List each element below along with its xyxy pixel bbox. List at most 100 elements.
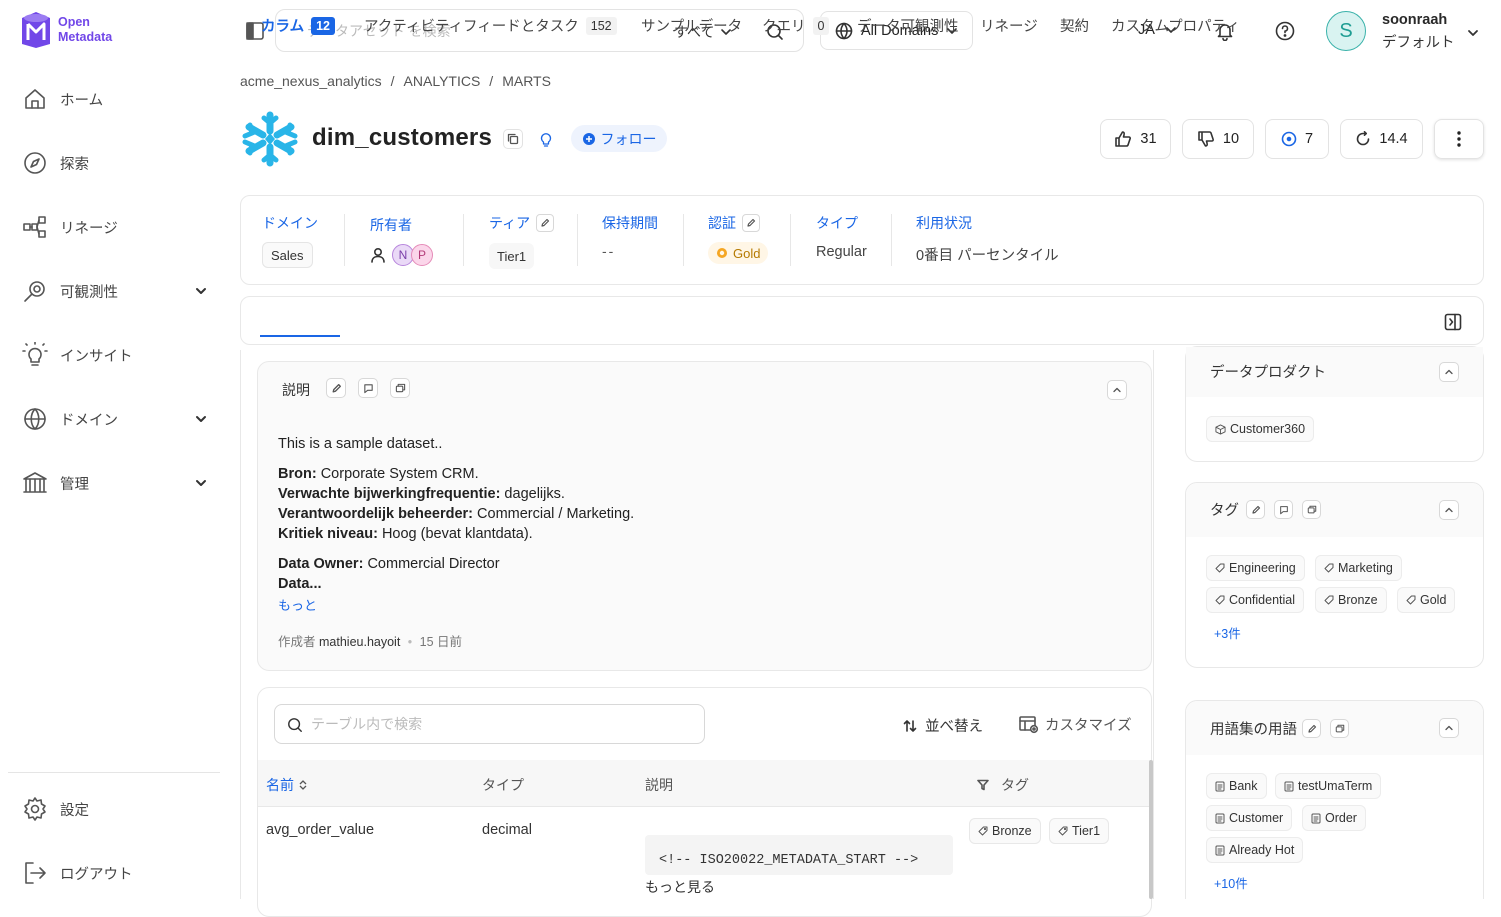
compass-icon — [24, 152, 46, 174]
tab-activity-feed[interactable]: アクティビティフィードとタスク 152 — [364, 15, 617, 36]
description-more-link[interactable]: もっと — [278, 596, 317, 616]
edit-tags-button[interactable] — [1246, 500, 1265, 519]
meta-dot: • — [407, 635, 413, 649]
chevron-down-icon[interactable] — [1466, 26, 1480, 40]
thumbs-up-icon — [1115, 131, 1132, 147]
followers-button[interactable]: 7 — [1265, 119, 1329, 159]
tag-chip[interactable]: Bronze — [1315, 587, 1387, 613]
suggestion-button[interactable] — [536, 129, 556, 149]
tag-icon — [1215, 563, 1225, 573]
breadcrumb-item[interactable]: MARTS — [502, 73, 551, 89]
filter-icon[interactable] — [977, 779, 989, 791]
glossary-icon — [1284, 781, 1294, 791]
tags-thread-button[interactable] — [1302, 500, 1321, 519]
sidebar-item-insights[interactable]: インサイト — [22, 335, 212, 375]
more-actions-button[interactable] — [1434, 119, 1484, 159]
tag-chip[interactable]: Marketing — [1315, 555, 1402, 581]
description-meta: 作成者 mathieu.hayoit • 15 日前 — [278, 631, 462, 650]
edit-glossary-button[interactable] — [1302, 719, 1321, 738]
column-tag-chip[interactable]: Bronze — [969, 818, 1041, 844]
scrollbar[interactable] — [1149, 760, 1153, 899]
column-header-name[interactable]: 名前 — [266, 775, 308, 795]
edit-description-button[interactable] — [326, 378, 346, 398]
description-author[interactable]: mathieu.hayoit — [319, 635, 400, 649]
copy-link-button[interactable] — [503, 129, 523, 149]
tab-sample-data[interactable]: サンプルデータ — [641, 15, 742, 36]
active-tab-indicator — [260, 335, 340, 337]
breadcrumb-item[interactable]: ANALYTICS — [404, 73, 481, 89]
certification-badge[interactable]: Gold — [708, 242, 769, 264]
gear-icon — [24, 797, 46, 821]
panel-toggle-icon[interactable] — [1444, 313, 1462, 331]
tag-chip[interactable]: Engineering — [1206, 555, 1305, 581]
description-line-key: Kritiek niveau: — [278, 526, 378, 542]
retention-value: -- — [602, 243, 616, 259]
owner-avatar[interactable]: P — [411, 244, 433, 266]
sidebar-item-explore[interactable]: 探索 — [22, 143, 212, 183]
tab-data-observability[interactable]: データ可観測性 — [857, 15, 959, 36]
thread-button[interactable] — [390, 378, 410, 398]
request-tags-button[interactable] — [1274, 500, 1293, 519]
sidebar-item-admin[interactable]: 管理 — [22, 463, 212, 503]
table-search-input[interactable]: テーブル内で検索 — [274, 704, 705, 744]
help-icon[interactable] — [1275, 21, 1295, 41]
tag-chip[interactable]: Confidential — [1206, 587, 1305, 613]
edit-tier-button[interactable] — [536, 214, 555, 232]
tab-lineage[interactable]: リネージ — [980, 15, 1038, 36]
dislike-button[interactable]: 10 — [1182, 119, 1254, 159]
edit-certification-button[interactable] — [742, 214, 760, 232]
show-more-link[interactable]: もっと見る — [645, 877, 715, 897]
request-description-button[interactable] — [358, 378, 378, 398]
tab-queries[interactable]: クエリ 0 — [762, 15, 830, 36]
glossary-term-chip[interactable]: Bank — [1206, 773, 1267, 799]
column-name-link[interactable]: avg_order_value — [266, 822, 374, 838]
customize-button[interactable]: カスタマイズ — [1019, 714, 1132, 735]
chevron-up-icon — [1445, 507, 1453, 513]
type-label: タイプ — [816, 215, 858, 231]
glossary-more-link[interactable]: +10件 — [1214, 873, 1248, 892]
openmetadata-logo[interactable]: Open Metadata — [18, 10, 112, 50]
sort-arrows-icon — [299, 780, 307, 790]
tab-label: カラム — [261, 19, 305, 35]
avatar[interactable]: S — [1326, 11, 1366, 51]
glossary-term-chip[interactable]: testUmaTerm — [1275, 773, 1382, 799]
sidebar-item-observability[interactable]: 可観測性 — [22, 271, 212, 311]
collapse-description-button[interactable] — [1107, 380, 1127, 400]
collapse-panel-button[interactable] — [1439, 500, 1459, 520]
collapse-panel-button[interactable] — [1439, 718, 1459, 738]
tags-title: タグ — [1210, 503, 1239, 519]
tab-columns[interactable]: カラム 12 — [261, 15, 335, 36]
sidebar-item-settings[interactable]: 設定 — [22, 789, 212, 829]
glossary-term-chip[interactable]: Already Hot — [1206, 837, 1304, 863]
like-button[interactable]: 31 — [1100, 119, 1171, 159]
tab-label: クエリ — [762, 19, 806, 35]
glossary-term-chip[interactable]: Customer — [1206, 805, 1293, 831]
data-product-chip[interactable]: Customer360 — [1206, 416, 1315, 442]
glossary-icon — [1215, 813, 1225, 823]
sidebar-item-label: ドメイン — [60, 412, 118, 429]
user-name[interactable]: soonraah — [1382, 12, 1447, 28]
follow-button[interactable]: フォロー — [571, 125, 667, 152]
domain-chip[interactable]: Sales — [262, 242, 313, 268]
tag-chip[interactable]: Gold — [1397, 587, 1456, 613]
breadcrumb-item[interactable]: acme_nexus_analytics — [240, 73, 382, 89]
sidebar-item-domains[interactable]: ドメイン — [22, 399, 212, 439]
tag-label: Gold — [1420, 593, 1447, 607]
collapse-panel-button[interactable] — [1439, 362, 1459, 382]
usage-value: 0番目 パーセンタイル — [916, 248, 1059, 264]
glossary-term-chip[interactable]: Order — [1302, 805, 1366, 831]
sidebar-item-logout[interactable]: ログアウト — [22, 853, 212, 893]
owner-field: 所有者 N P — [370, 216, 433, 266]
column-tag-chip[interactable]: Tier1 — [1049, 818, 1110, 844]
tier-chip[interactable]: Tier1 — [489, 243, 535, 269]
glossary-thread-button[interactable] — [1330, 719, 1349, 738]
sidebar-item-label: 設定 — [60, 802, 89, 819]
description-line-key: Bron: — [278, 466, 317, 482]
sidebar-item-home[interactable]: ホーム — [22, 79, 212, 119]
sort-button[interactable]: 並べ替え — [903, 715, 983, 736]
tab-contract[interactable]: 契約 — [1060, 15, 1089, 36]
tab-custom-properties[interactable]: カスタムプロパティ — [1111, 15, 1240, 36]
sidebar-item-lineage[interactable]: リネージ — [22, 207, 212, 247]
version-button[interactable]: 14.4 — [1340, 119, 1423, 159]
tags-more-link[interactable]: +3件 — [1214, 623, 1241, 642]
